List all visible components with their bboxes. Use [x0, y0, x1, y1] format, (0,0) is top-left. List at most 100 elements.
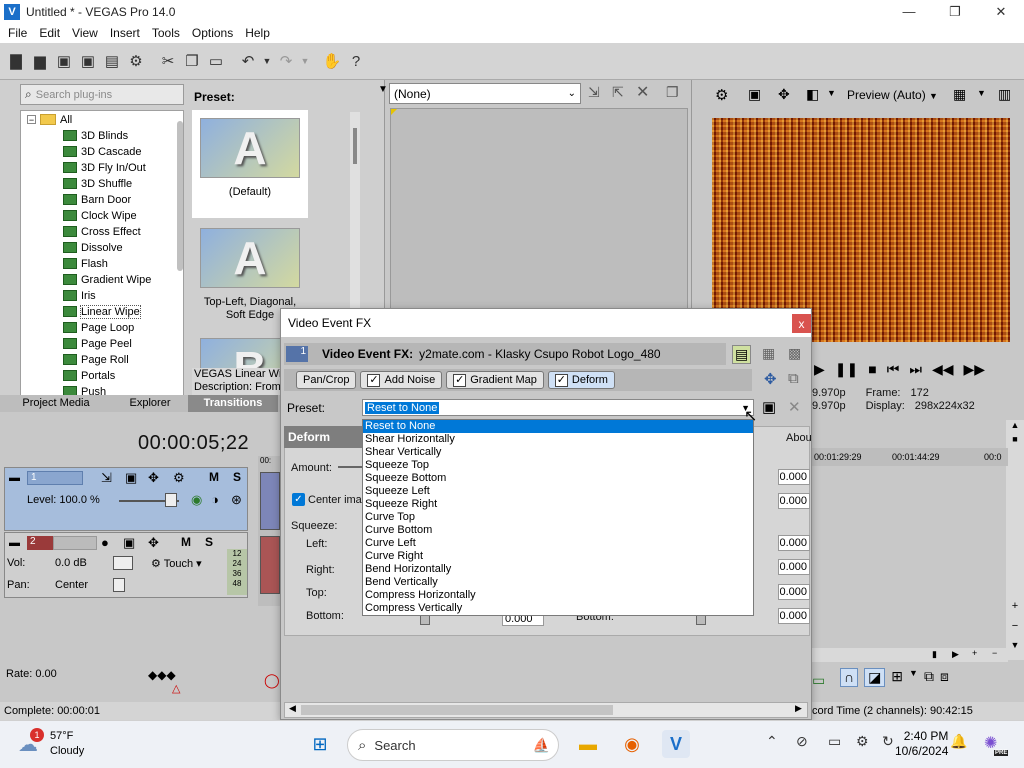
video-event[interactable] [260, 472, 280, 530]
menu-options[interactable]: Options [186, 26, 239, 40]
tree-item[interactable]: 3D Cascade [63, 144, 142, 159]
rewind-icon[interactable]: ◀◀ [932, 361, 954, 378]
tree-item[interactable]: 3D Fly In/Out [63, 160, 146, 175]
explore-icon[interactable]: ✋ [322, 51, 342, 71]
open-icon[interactable]: ▆ [30, 51, 50, 71]
preview-device-icon[interactable]: ▣ [748, 86, 761, 103]
scroll-thumb-icon[interactable]: ▮ [932, 649, 937, 660]
preset-option[interactable]: Compress Vertically [363, 602, 753, 615]
tree-scrollbar[interactable] [177, 121, 183, 271]
next-frame-icon[interactable]: ⏭ [909, 361, 922, 378]
tree-item[interactable]: Flash [63, 256, 108, 271]
checkbox-checked[interactable]: ✓ [453, 373, 467, 387]
menu-help[interactable]: Help [239, 26, 276, 40]
tree-item[interactable]: Page Peel [63, 336, 132, 351]
preset-select[interactable]: Reset to None ▼ [362, 399, 754, 416]
copy-icon[interactable]: ❐ [182, 51, 202, 71]
preset-option[interactable]: Squeeze Right [363, 498, 753, 511]
preset-option[interactable]: Bend Vertically [363, 576, 753, 589]
collapse-track-icon[interactable]: ▬ [9, 537, 20, 549]
trimmer-collapse-icon[interactable]: ▼ [378, 84, 388, 95]
value-field[interactable]: 0.000 [778, 608, 810, 624]
value-field[interactable]: 0.000 [778, 535, 810, 551]
cut-icon[interactable]: ✂ [158, 51, 178, 71]
firefox-icon[interactable]: ◉ [618, 730, 646, 758]
maximize-button[interactable]: ❐ [932, 0, 978, 23]
collapse-icon[interactable]: − [27, 115, 36, 124]
notification-bell-icon[interactable]: 🔔 [950, 733, 967, 750]
tree-item[interactable]: Clock Wipe [63, 208, 137, 223]
track-sends-icon[interactable]: ✥ [148, 535, 159, 551]
center-checkbox[interactable]: ✓ [292, 493, 305, 506]
scroll-right-icon[interactable]: ▶ [952, 649, 959, 660]
minimize-button[interactable]: — [886, 0, 932, 23]
ripple-icon[interactable]: ⊞ [891, 668, 903, 687]
tab-project-media[interactable]: Project Media [0, 395, 112, 412]
taskbar-clock[interactable]: 2:40 PM 10/6/2024 [895, 729, 948, 759]
trimmer-media-select[interactable]: (None) ⌄ [389, 83, 581, 104]
tree-item-selected[interactable]: Linear Wipe [63, 304, 141, 319]
solo-button[interactable]: S [233, 470, 241, 484]
vegas-taskbar-icon[interactable]: V [662, 730, 690, 758]
compositing-icon[interactable]: ✥ [148, 470, 159, 486]
scroll-thumb[interactable] [301, 705, 613, 715]
forward-icon[interactable]: ▶▶ [963, 361, 985, 378]
start-windows-icon[interactable]: ⊞ [306, 730, 334, 758]
tree-item[interactable]: Portals [63, 368, 115, 383]
list-view-icon[interactable]: ▦ [762, 345, 775, 362]
preview-settings-gear-icon[interactable]: ⚙ [715, 86, 728, 104]
preview-menu-icon[interactable]: ▥ [998, 86, 1011, 103]
fx-chain-add-icon[interactable]: ✥ [764, 370, 777, 388]
undo-dropdown-icon[interactable]: ▼ [262, 51, 272, 71]
checkbox-checked[interactable]: ✓ [554, 373, 568, 387]
scroll-down-icon[interactable]: ▼ [1006, 640, 1024, 650]
redo-dropdown-icon[interactable]: ▼ [300, 51, 310, 71]
zoom-out-icon[interactable]: − [1006, 620, 1024, 632]
fx-deform[interactable]: ✓ Deform [547, 371, 615, 389]
video-track-header[interactable]: ▬ 1 ⇲ ▣ ✥ ⚙ M S Level: 100.0 % ◉ ◑ ⊛ [4, 467, 248, 531]
pause-icon[interactable]: ❚❚ [835, 361, 858, 378]
preset-option[interactable]: Squeeze Top [363, 459, 753, 472]
preview-split-icon[interactable]: ◧ [806, 86, 819, 103]
preview-quality[interactable]: Preview (Auto) ▼ [847, 88, 938, 102]
tree-item[interactable]: Barn Door [63, 192, 131, 207]
checkbox-checked[interactable]: ✓ [367, 373, 381, 387]
redo-icon[interactable]: ↷ [276, 51, 296, 71]
trimmer-view[interactable] [390, 108, 688, 328]
paste-icon[interactable]: ▭ [206, 51, 226, 71]
tray-chevron-icon[interactable]: ⌃ [766, 733, 778, 750]
tree-item[interactable]: Iris [63, 288, 96, 303]
audio-event[interactable] [260, 536, 280, 594]
value-field[interactable]: 0.000 [778, 584, 810, 600]
solo-button[interactable]: S [205, 535, 213, 549]
fx-plugin-chain-icon[interactable]: ⧉ [788, 370, 799, 387]
taskbar-search[interactable]: ⌕ Search ⛵ [347, 729, 559, 761]
collapse-track-icon[interactable]: ▬ [9, 472, 20, 484]
tree-item[interactable]: Page Loop [63, 320, 134, 335]
preset-option[interactable]: Curve Left [363, 537, 753, 550]
preset-option[interactable]: Squeeze Bottom [363, 472, 753, 485]
file-explorer-icon[interactable]: ▬ [574, 730, 602, 758]
menu-tools[interactable]: Tools [146, 26, 186, 40]
preset-option[interactable]: Compress Horizontally [363, 589, 753, 602]
value-field[interactable]: 0.000 [778, 469, 810, 485]
track-fx-chain-icon[interactable]: ◉ [191, 492, 202, 508]
tree-item[interactable]: 3D Shuffle [63, 176, 132, 191]
preset-option[interactable]: Shear Horizontally [363, 433, 753, 446]
scroll-top-icon[interactable]: ■ [1006, 434, 1024, 444]
automation-touch[interactable]: ⚙ Touch ▾ [151, 557, 202, 570]
network-off-icon[interactable]: ⊘ [796, 733, 808, 750]
close-button[interactable]: ✕ [978, 0, 1024, 23]
save-icon[interactable]: ▣ [54, 51, 74, 71]
overlays-grid-icon[interactable]: ▦ [953, 86, 966, 103]
fx-gradient-map[interactable]: ✓ Gradient Map [446, 371, 544, 389]
value-field[interactable]: 0.000 [778, 559, 810, 575]
timeline-ruler[interactable]: 00:01:29:29 00:01:44:29 00:0 [812, 448, 1008, 466]
undo-icon[interactable]: ↶ [238, 51, 258, 71]
tree-root[interactable]: − All [27, 112, 72, 127]
track-composite-icon[interactable]: ◑ [211, 492, 219, 507]
mute-button[interactable]: M [209, 470, 219, 484]
delete-preset-icon[interactable]: ✕ [788, 398, 801, 416]
play-icon[interactable]: ▶ [814, 361, 825, 378]
preset-option[interactable]: Curve Right [363, 550, 753, 563]
